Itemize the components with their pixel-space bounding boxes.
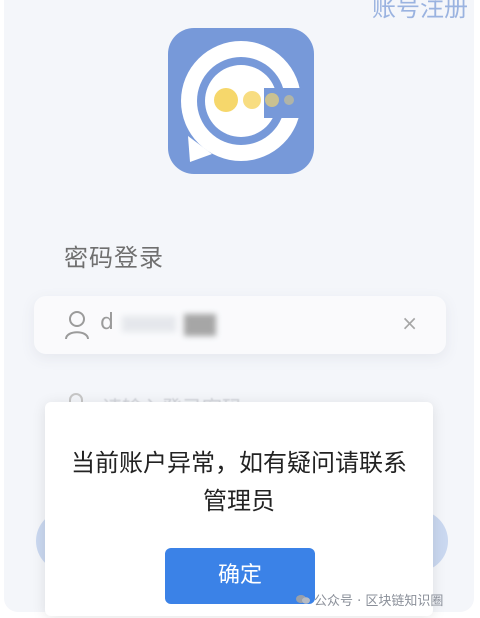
dialog-message-line: 管理员: [203, 487, 275, 515]
dialog-message-line: 当前账户异常，如有疑问请联系: [71, 449, 407, 477]
dialog-message: 当前账户异常，如有疑问请联系 管理员: [69, 444, 409, 520]
confirm-button[interactable]: 确定: [165, 548, 315, 604]
watermark: 公众号 · 区块链知识圈: [296, 590, 443, 609]
watermark-text: 公众号 · 区块链知识圈: [314, 594, 444, 609]
alert-dialog: 当前账户异常，如有疑问请联系 管理员 确定: [45, 402, 433, 616]
wechat-icon: [296, 594, 310, 609]
